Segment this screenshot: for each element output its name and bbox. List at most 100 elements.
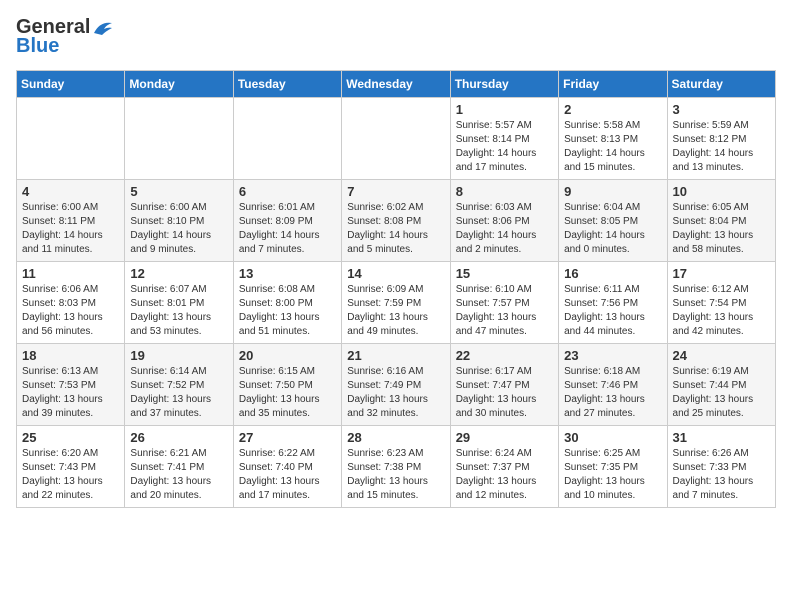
day-info: Sunrise: 6:14 AM Sunset: 7:52 PM Dayligh… — [130, 365, 227, 421]
day-info: Sunrise: 6:25 AM Sunset: 7:35 PM Dayligh… — [564, 447, 661, 503]
day-info: Sunrise: 6:04 AM Sunset: 8:05 PM Dayligh… — [564, 201, 661, 257]
day-number: 5 — [130, 184, 227, 199]
day-info: Sunrise: 6:16 AM Sunset: 7:49 PM Dayligh… — [347, 365, 444, 421]
calendar-cell: 31 Sunrise: 6:26 AM Sunset: 7:33 PM Dayli… — [667, 426, 775, 508]
day-info: Sunrise: 6:19 AM Sunset: 7:44 PM Dayligh… — [673, 365, 770, 421]
day-number: 27 — [239, 430, 336, 445]
day-info: Sunrise: 6:17 AM Sunset: 7:47 PM Dayligh… — [456, 365, 553, 421]
calendar-cell: 24 Sunrise: 6:19 AM Sunset: 7:44 PM Dayli… — [667, 344, 775, 426]
day-number: 29 — [456, 430, 553, 445]
calendar-cell: 17 Sunrise: 6:12 AM Sunset: 7:54 PM Dayli… — [667, 262, 775, 344]
day-number: 23 — [564, 348, 661, 363]
day-info: Sunrise: 6:00 AM Sunset: 8:11 PM Dayligh… — [22, 201, 119, 257]
week-row-2: 4 Sunrise: 6:00 AM Sunset: 8:11 PM Daylig… — [17, 180, 776, 262]
calendar-cell: 28 Sunrise: 6:23 AM Sunset: 7:38 PM Dayli… — [342, 426, 450, 508]
day-info: Sunrise: 6:06 AM Sunset: 8:03 PM Dayligh… — [22, 283, 119, 339]
day-number: 24 — [673, 348, 770, 363]
day-info: Sunrise: 5:57 AM Sunset: 8:14 PM Dayligh… — [456, 119, 553, 175]
day-info: Sunrise: 6:23 AM Sunset: 7:38 PM Dayligh… — [347, 447, 444, 503]
day-number: 3 — [673, 102, 770, 117]
calendar-cell: 19 Sunrise: 6:14 AM Sunset: 7:52 PM Dayli… — [125, 344, 233, 426]
calendar-cell: 30 Sunrise: 6:25 AM Sunset: 7:35 PM Dayli… — [559, 426, 667, 508]
calendar-cell: 20 Sunrise: 6:15 AM Sunset: 7:50 PM Dayli… — [233, 344, 341, 426]
day-info: Sunrise: 6:05 AM Sunset: 8:04 PM Dayligh… — [673, 201, 770, 257]
calendar-cell — [233, 98, 341, 180]
day-number: 12 — [130, 266, 227, 281]
day-number: 7 — [347, 184, 444, 199]
day-info: Sunrise: 6:12 AM Sunset: 7:54 PM Dayligh… — [673, 283, 770, 339]
header-wednesday: Wednesday — [342, 71, 450, 98]
day-info: Sunrise: 6:24 AM Sunset: 7:37 PM Dayligh… — [456, 447, 553, 503]
calendar-cell: 8 Sunrise: 6:03 AM Sunset: 8:06 PM Daylig… — [450, 180, 558, 262]
day-number: 20 — [239, 348, 336, 363]
day-number: 9 — [564, 184, 661, 199]
logo-bird-icon — [92, 19, 114, 37]
calendar-cell: 26 Sunrise: 6:21 AM Sunset: 7:41 PM Dayli… — [125, 426, 233, 508]
day-number: 31 — [673, 430, 770, 445]
week-row-3: 11Sunrise: 6:06 AM Sunset: 8:03 PM Dayli… — [17, 262, 776, 344]
day-number: 4 — [22, 184, 119, 199]
day-info: Sunrise: 6:08 AM Sunset: 8:00 PM Dayligh… — [239, 283, 336, 339]
calendar-cell: 14 Sunrise: 6:09 AM Sunset: 7:59 PM Dayli… — [342, 262, 450, 344]
day-number: 14 — [347, 266, 444, 281]
page-header: General Blue — [16, 16, 776, 58]
calendar-cell: 15Sunrise: 6:10 AM Sunset: 7:57 PM Dayli… — [450, 262, 558, 344]
day-info: Sunrise: 6:26 AM Sunset: 7:33 PM Dayligh… — [673, 447, 770, 503]
calendar-cell: 29 Sunrise: 6:24 AM Sunset: 7:37 PM Dayli… — [450, 426, 558, 508]
day-number: 10 — [673, 184, 770, 199]
day-info: Sunrise: 6:02 AM Sunset: 8:08 PM Dayligh… — [347, 201, 444, 257]
day-number: 2 — [564, 102, 661, 117]
day-info: Sunrise: 6:00 AM Sunset: 8:10 PM Dayligh… — [130, 201, 227, 257]
header-tuesday: Tuesday — [233, 71, 341, 98]
calendar-cell — [342, 98, 450, 180]
calendar-cell: 5 Sunrise: 6:00 AM Sunset: 8:10 PM Daylig… — [125, 180, 233, 262]
calendar-cell: 25Sunrise: 6:20 AM Sunset: 7:43 PM Dayli… — [17, 426, 125, 508]
header-friday: Friday — [559, 71, 667, 98]
header-monday: Monday — [125, 71, 233, 98]
header-saturday: Saturday — [667, 71, 775, 98]
day-number: 1 — [456, 102, 553, 117]
day-info: Sunrise: 6:07 AM Sunset: 8:01 PM Dayligh… — [130, 283, 227, 339]
day-number: 25 — [22, 430, 119, 445]
day-number: 30 — [564, 430, 661, 445]
calendar-cell — [17, 98, 125, 180]
calendar-cell: 16Sunrise: 6:11 AM Sunset: 7:56 PM Dayli… — [559, 262, 667, 344]
day-number: 26 — [130, 430, 227, 445]
calendar-cell: 4 Sunrise: 6:00 AM Sunset: 8:11 PM Daylig… — [17, 180, 125, 262]
day-info: Sunrise: 6:18 AM Sunset: 7:46 PM Dayligh… — [564, 365, 661, 421]
day-number: 18 — [22, 348, 119, 363]
week-row-5: 25Sunrise: 6:20 AM Sunset: 7:43 PM Dayli… — [17, 426, 776, 508]
day-number: 15 — [456, 266, 553, 281]
header-sunday: Sunday — [17, 71, 125, 98]
day-info: Sunrise: 6:09 AM Sunset: 7:59 PM Dayligh… — [347, 283, 444, 339]
day-info: Sunrise: 6:11 AM Sunset: 7:56 PM Dayligh… — [564, 283, 661, 339]
day-number: 13 — [239, 266, 336, 281]
logo-blue-text: Blue — [16, 35, 59, 58]
week-row-4: 18 Sunrise: 6:13 AM Sunset: 7:53 PM Dayli… — [17, 344, 776, 426]
day-number: 8 — [456, 184, 553, 199]
week-row-1: 1 Sunrise: 5:57 AM Sunset: 8:14 PM Daylig… — [17, 98, 776, 180]
day-info: Sunrise: 5:59 AM Sunset: 8:12 PM Dayligh… — [673, 119, 770, 175]
day-number: 17 — [673, 266, 770, 281]
calendar-cell: 11Sunrise: 6:06 AM Sunset: 8:03 PM Dayli… — [17, 262, 125, 344]
calendar-cell: 27 Sunrise: 6:22 AM Sunset: 7:40 PM Dayli… — [233, 426, 341, 508]
day-info: Sunrise: 6:15 AM Sunset: 7:50 PM Dayligh… — [239, 365, 336, 421]
calendar-table: SundayMondayTuesdayWednesdayThursdayFrid… — [16, 70, 776, 508]
calendar-cell: 22Sunrise: 6:17 AM Sunset: 7:47 PM Dayli… — [450, 344, 558, 426]
day-number: 28 — [347, 430, 444, 445]
calendar-cell: 2Sunrise: 5:58 AM Sunset: 8:13 PM Daylig… — [559, 98, 667, 180]
calendar-cell: 3 Sunrise: 5:59 AM Sunset: 8:12 PM Daylig… — [667, 98, 775, 180]
day-info: Sunrise: 6:21 AM Sunset: 7:41 PM Dayligh… — [130, 447, 227, 503]
calendar-cell: 12 Sunrise: 6:07 AM Sunset: 8:01 PM Dayli… — [125, 262, 233, 344]
day-number: 6 — [239, 184, 336, 199]
calendar-cell — [125, 98, 233, 180]
calendar-cell: 6Sunrise: 6:01 AM Sunset: 8:09 PM Daylig… — [233, 180, 341, 262]
calendar-cell: 23 Sunrise: 6:18 AM Sunset: 7:46 PM Dayli… — [559, 344, 667, 426]
days-header-row: SundayMondayTuesdayWednesdayThursdayFrid… — [17, 71, 776, 98]
day-info: Sunrise: 6:22 AM Sunset: 7:40 PM Dayligh… — [239, 447, 336, 503]
calendar-cell: 7 Sunrise: 6:02 AM Sunset: 8:08 PM Daylig… — [342, 180, 450, 262]
day-number: 19 — [130, 348, 227, 363]
day-info: Sunrise: 6:13 AM Sunset: 7:53 PM Dayligh… — [22, 365, 119, 421]
calendar-cell: 21Sunrise: 6:16 AM Sunset: 7:49 PM Dayli… — [342, 344, 450, 426]
day-info: Sunrise: 6:03 AM Sunset: 8:06 PM Dayligh… — [456, 201, 553, 257]
